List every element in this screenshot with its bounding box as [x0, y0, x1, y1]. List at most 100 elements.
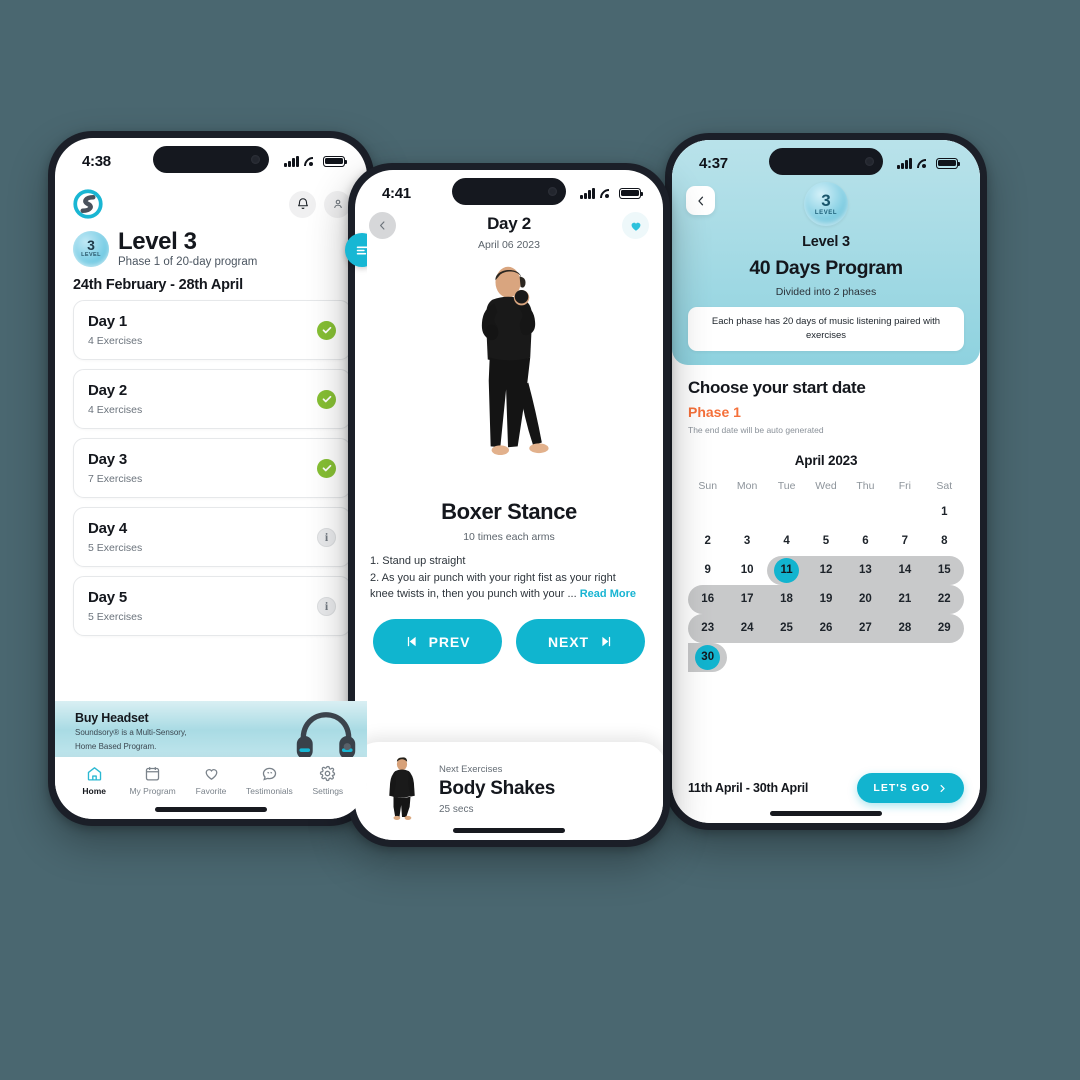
calendar-day-cell[interactable]: 26 — [806, 613, 846, 643]
tab-label: Favorite — [195, 786, 227, 796]
calendar-dow-row: Sun Mon Tue Wed Thu Fri Sat — [688, 476, 964, 498]
calendar-day-number: 7 — [901, 535, 909, 548]
page-subtitle: Phase 1 of 20-day program — [118, 256, 258, 269]
list-item[interactable]: Day 1 4 Exercises — [73, 300, 351, 361]
selected-date-range: 11th April - 30th April — [688, 781, 809, 795]
calendar-day-cell[interactable]: 22 — [924, 584, 964, 614]
day-title: Day 5 — [88, 589, 128, 607]
dynamic-island — [452, 178, 566, 205]
calendar-day-number — [853, 500, 878, 525]
calendar-day-number: 10 — [740, 564, 754, 577]
calendar-day-cell[interactable]: 27 — [845, 613, 886, 643]
calendar-day-number — [695, 500, 720, 525]
calendar-day-cell[interactable]: 16 — [688, 584, 728, 614]
lets-go-label: LET'S GO — [873, 782, 930, 794]
status-info-icon[interactable]: i — [317, 527, 336, 547]
list-item[interactable]: Day 5 5 Exercises i — [73, 576, 351, 637]
list-item[interactable]: Day 3 7 Exercises — [73, 438, 351, 499]
calendar-day-cell[interactable]: 19 — [806, 584, 846, 614]
calendar-day-number: 19 — [819, 593, 833, 606]
calendar-day-cell[interactable]: 24 — [727, 613, 767, 643]
calendar-day-number: 2 — [704, 535, 711, 548]
day-title: Day 2 — [88, 382, 128, 400]
calendar-day-cell[interactable]: 2 — [688, 527, 727, 556]
camera-lens-icon — [865, 157, 874, 166]
battery-icon — [619, 187, 644, 199]
calendar-day-cell[interactable]: 15 — [924, 555, 964, 585]
dow-label: Fri — [898, 479, 911, 492]
calendar-day-cell[interactable]: 25 — [766, 613, 807, 643]
dynamic-island — [769, 148, 883, 175]
calendar-day-number — [892, 645, 917, 670]
calendar-day-cell[interactable]: 20 — [845, 584, 886, 614]
calendar-day-cell[interactable]: 7 — [885, 527, 924, 556]
next-button[interactable]: NEXT — [516, 619, 645, 665]
headphones-icon — [295, 709, 357, 763]
calendar-day-cell[interactable]: 23 — [688, 613, 728, 643]
calendar-day-cell[interactable]: 12 — [806, 555, 846, 585]
camera-lens-icon — [548, 187, 557, 196]
calendar-day-number: 16 — [701, 593, 715, 606]
day-exercises: 5 Exercises — [88, 542, 143, 555]
calendar-day-cell[interactable]: 17 — [727, 584, 767, 614]
calendar-day-cell[interactable]: 1 — [925, 498, 964, 527]
back-button[interactable] — [369, 212, 396, 239]
calendar-day-cell[interactable]: 4 — [767, 527, 806, 556]
heart-filled-icon[interactable] — [622, 212, 649, 239]
calendar[interactable]: Sun Mon Tue Wed Thu Fri Sat 1 2 3 4 5 6 7 8 9 10 1… — [688, 476, 964, 672]
program-note: Each phase has 20 days of music listenin… — [688, 307, 964, 351]
calendar-day-cell[interactable]: 10 — [727, 556, 766, 585]
status-time: 4:38 — [82, 152, 111, 170]
calendar-empty-cell — [806, 498, 845, 527]
list-item[interactable]: Day 2 4 Exercises — [73, 369, 351, 430]
lets-go-button[interactable]: LET'S GO — [857, 773, 964, 803]
calendar-day-number: 14 — [898, 564, 912, 577]
calendar-day-cell[interactable]: 9 — [688, 556, 727, 585]
next-exercise-card[interactable]: Next Exercises Body Shakes 25 secs — [355, 742, 663, 840]
calendar-week-row: 16 17 18 19 20 21 22 — [688, 584, 964, 614]
status-info-icon[interactable]: i — [317, 596, 336, 616]
calendar-day-cell[interactable]: 30 — [688, 642, 728, 672]
calendar-day-cell[interactable]: 5 — [806, 527, 845, 556]
calendar-day-cell[interactable]: 29 — [924, 613, 964, 643]
account-user-icon[interactable] — [324, 190, 351, 218]
calendar-empty-cell — [767, 643, 806, 672]
calendar-day-number — [813, 645, 838, 670]
calendar-day-number: 11 — [774, 557, 800, 583]
day-title: Day 4 — [88, 520, 128, 538]
calendar-empty-cell — [846, 498, 885, 527]
calendar-empty-cell — [767, 498, 806, 527]
calendar-day-cell[interactable]: 21 — [885, 584, 925, 614]
dow-label: Wed — [815, 479, 837, 492]
calendar-day-cell[interactable]: 13 — [845, 555, 886, 585]
auto-generate-note: The end date will be auto generated — [688, 424, 824, 435]
next-eyebrow: Next Exercises — [439, 763, 503, 775]
calendar-day-cell[interactable]: 3 — [727, 527, 766, 556]
calendar-day-number — [774, 645, 799, 670]
tab-settings[interactable]: Settings — [299, 765, 357, 819]
calendar-day-number: 17 — [740, 593, 754, 606]
tab-label: Testimonials — [246, 786, 293, 796]
calendar-day-number: 26 — [819, 622, 833, 635]
day-exercises: 4 Exercises — [88, 404, 143, 417]
calendar-day-cell[interactable]: 8 — [925, 527, 964, 556]
back-button[interactable] — [686, 186, 715, 215]
program-date-range: 24th February - 28th April — [73, 277, 243, 294]
notification-bell-icon[interactable] — [289, 190, 316, 218]
calendar-day-cell[interactable]: 14 — [885, 555, 925, 585]
calendar-day-number — [735, 645, 760, 670]
level-summary: 3 LEVEL Level 3 Phase 1 of 20-day progra… — [55, 219, 367, 268]
exercise-name: Boxer Stance — [441, 499, 577, 524]
prev-button[interactable]: PREV — [373, 619, 502, 665]
tab-home[interactable]: Home — [65, 765, 123, 819]
calendar-day-cell[interactable]: 11 — [766, 555, 807, 585]
calendar-day-cell[interactable]: 6 — [846, 527, 885, 556]
buy-headset-banner[interactable]: Buy Headset Soundsory® is a Multi-Sensor… — [55, 701, 367, 760]
list-item[interactable]: Day 4 5 Exercises i — [73, 507, 351, 568]
tab-label: Settings — [312, 786, 344, 796]
calendar-day-cell[interactable]: 18 — [766, 584, 807, 614]
level-badge-icon: 3 LEVEL — [73, 230, 109, 267]
dow-label: Thu — [856, 479, 875, 492]
calendar-day-cell[interactable]: 28 — [885, 613, 925, 643]
read-more-link[interactable]: Read More — [580, 588, 636, 600]
